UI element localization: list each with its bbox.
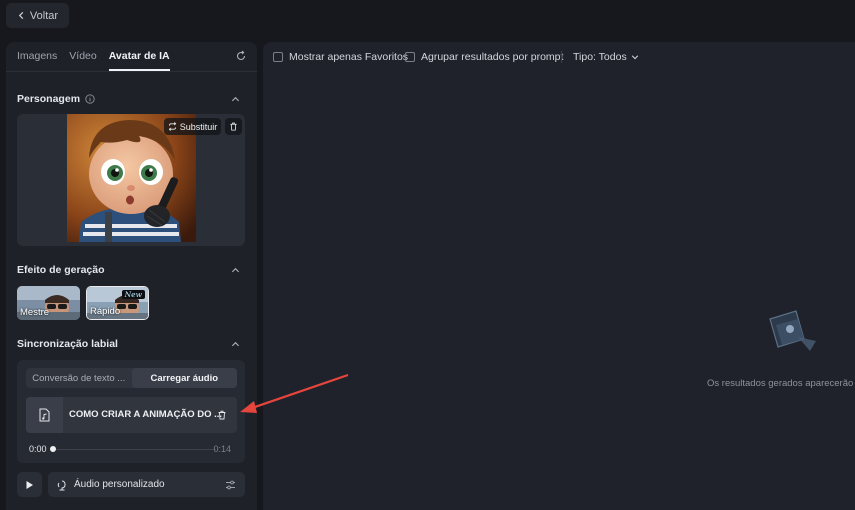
custom-audio-label: Áudio personalizado — [74, 479, 165, 490]
effect-label: Rápido — [90, 306, 121, 317]
back-label: Voltar — [29, 9, 59, 22]
character-header: Personagem — [17, 93, 95, 105]
effect-option-fast[interactable]: New Rápido — [86, 286, 149, 320]
results-panel: Mostrar apenas Favoritos Agrupar resulta… — [263, 42, 855, 510]
time-current: 0:00 — [29, 444, 47, 454]
audio-file-row: COMO CRIAR A ANIMAÇÃO DO ... — [26, 397, 237, 433]
audio-progress-track[interactable] — [54, 449, 216, 450]
chevron-left-icon — [18, 11, 24, 20]
group-by-prompt-filter[interactable]: Agrupar resultados por prompt — [405, 51, 563, 63]
time-total: 0:14 — [213, 444, 231, 454]
audio-file-name: COMO CRIAR A ANIMAÇÃO DO ... — [69, 409, 223, 420]
trash-icon — [230, 122, 237, 131]
play-icon — [26, 480, 33, 489]
audio-file-icon — [26, 397, 63, 433]
settings-sliders-icon[interactable] — [225, 480, 236, 490]
tab-video[interactable]: Vídeo — [69, 50, 96, 71]
chevron-up-icon[interactable] — [231, 95, 240, 104]
replace-label: Substituir — [179, 121, 218, 132]
effect-header: Efeito de geração — [17, 264, 105, 276]
custom-audio-button[interactable]: Áudio personalizado — [48, 472, 245, 497]
chevron-up-icon[interactable] — [231, 340, 240, 349]
effect-option-master[interactable]: Mestre — [17, 286, 80, 320]
character-title: Personagem — [17, 93, 81, 105]
info-icon[interactable] — [85, 94, 95, 104]
divider — [561, 51, 562, 63]
lipsync-panel: Conversão de texto ... Carregar áudio CO… — [17, 360, 245, 463]
empty-results-icon — [769, 310, 816, 351]
lipsync-mode-toggle: Conversão de texto ... Carregar áudio — [26, 368, 237, 388]
swap-icon — [168, 122, 176, 131]
trash-icon[interactable] — [217, 410, 227, 420]
chevron-up-icon[interactable] — [231, 266, 240, 275]
play-button[interactable] — [17, 472, 42, 497]
delete-character-button[interactable] — [225, 118, 242, 135]
group-label: Agrupar resultados por prompt — [421, 51, 564, 63]
audio-progress-knob[interactable] — [50, 446, 56, 452]
tab-ai-avatar[interactable]: Avatar de IA — [108, 50, 170, 71]
empty-results-text: Os resultados gerados aparecerão a — [707, 378, 855, 389]
lipsync-title: Sincronização labial — [17, 338, 118, 350]
tab-images[interactable]: Imagens — [17, 50, 57, 71]
mode-tabs: Imagens Vídeo Avatar de IA — [6, 42, 257, 72]
favorites-filter[interactable]: Mostrar apenas Favoritos — [273, 51, 408, 63]
top-bar: Voltar — [0, 0, 855, 40]
tab-upload-audio[interactable]: Carregar áudio — [131, 368, 237, 388]
left-panel: Imagens Vídeo Avatar de IA Personagem Su… — [6, 42, 257, 510]
group-checkbox[interactable] — [405, 52, 415, 62]
refresh-icon[interactable] — [235, 50, 247, 62]
replace-character-button[interactable]: Substituir — [164, 118, 221, 135]
type-dropdown[interactable]: Tipo: Todos — [573, 51, 639, 63]
type-label: Tipo: Todos — [573, 51, 627, 63]
tab-text-to-speech[interactable]: Conversão de texto ... — [26, 368, 132, 388]
effect-label: Mestre — [20, 307, 50, 318]
lipsync-header: Sincronização labial — [17, 338, 118, 350]
favorites-label: Mostrar apenas Favoritos — [289, 51, 409, 63]
character-preview: Substituir — [17, 114, 245, 246]
effect-title: Efeito de geração — [17, 264, 105, 276]
back-button[interactable]: Voltar — [6, 3, 69, 28]
favorites-checkbox[interactable] — [273, 52, 283, 62]
chevron-down-icon — [631, 55, 638, 60]
new-badge: New — [121, 290, 145, 299]
voice-icon — [57, 480, 66, 490]
